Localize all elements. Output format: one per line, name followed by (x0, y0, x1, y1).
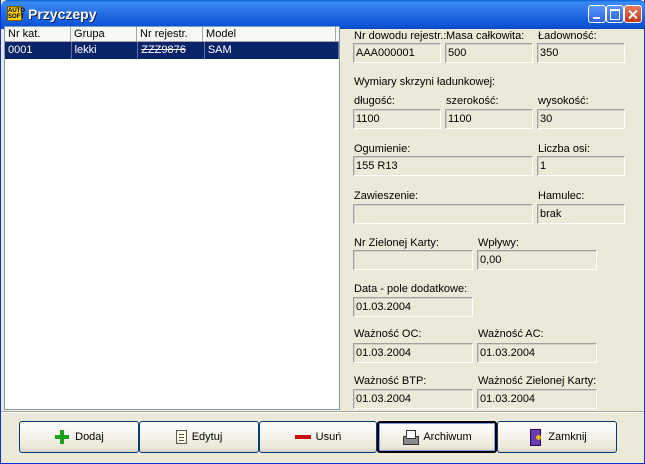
dlugosc-field[interactable]: 1100 (353, 109, 441, 129)
delete-button-label: Usuń (315, 431, 342, 443)
cell-nr-rejestr: ZZZ9876 (138, 42, 205, 59)
ogumienie-label: Ogumienie: (354, 143, 411, 155)
waznosc-ac-label: Ważność AC: (478, 328, 544, 340)
waznosc-zielonej-karty-field[interactable]: 01.03.2004 (477, 389, 597, 409)
cell-grupa: lekki (72, 42, 139, 59)
trailers-list[interactable]: Nr kat. Grupa Nr rejestr. Model 0001 lek… (4, 26, 340, 410)
plus-icon (54, 429, 70, 445)
column-header-nr-kat[interactable]: Nr kat. (5, 27, 72, 42)
nr-zielonej-karty-label: Nr Zielonej Karty: (354, 237, 439, 249)
hamulec-label: Hamulec: (538, 190, 585, 202)
nr-zielonej-karty-field[interactable] (353, 250, 473, 270)
column-header-grupa[interactable]: Grupa (71, 27, 138, 42)
data-pole-field[interactable]: 01.03.2004 (353, 297, 473, 317)
waznosc-btp-label: Ważność BTP: (354, 375, 427, 387)
wplywy-field[interactable]: 0,00 (477, 250, 597, 270)
edit-button[interactable]: Edytuj (139, 421, 259, 453)
szerokosc-field[interactable]: 1100 (445, 109, 533, 129)
app-icon: AUTO SOFT (7, 6, 25, 21)
list-header: Nr kat. Grupa Nr rejestr. Model (5, 27, 339, 42)
column-header-model[interactable]: Model (203, 27, 336, 42)
window-title: Przyczepy (28, 6, 97, 22)
ladownosc-field[interactable]: 350 (537, 43, 625, 63)
zawieszenie-label: Zawieszenie: (354, 190, 419, 202)
document-edit-icon (175, 430, 187, 444)
add-button-label: Dodaj (75, 431, 104, 443)
ogumienie-field[interactable]: 155 R13 (353, 156, 533, 176)
column-header-nr-rejestr[interactable]: Nr rejestr. (137, 27, 204, 42)
hamulec-field[interactable]: brak (537, 204, 625, 224)
maximize-button[interactable] (606, 5, 624, 23)
waznosc-oc-field[interactable]: 01.03.2004 (353, 343, 473, 363)
waznosc-zielonej-karty-label: Ważność Zielonej Karty: (478, 375, 597, 387)
edit-button-label: Edytuj (191, 431, 223, 443)
zawieszenie-field[interactable] (353, 204, 533, 224)
wysokosc-label: wysokość: (538, 95, 589, 107)
wplywy-label: Wpływy: (478, 237, 519, 249)
add-button[interactable]: Dodaj (19, 421, 139, 453)
column-header-filler (336, 27, 339, 42)
toolbar-separator (1, 411, 644, 413)
archive-button[interactable]: Archiwum (377, 421, 497, 453)
masa-field[interactable]: 500 (445, 43, 533, 63)
cell-model: SAM (205, 42, 340, 59)
ladownosc-label: Ładowność: (538, 30, 597, 42)
nr-dowodu-field[interactable]: AAA000001 (353, 43, 441, 63)
cell-nr-kat: 0001 (5, 42, 72, 59)
exit-door-icon (527, 429, 543, 446)
window: AUTO SOFT Przyczepy Nr kat. Grupa Nr rej… (0, 0, 645, 464)
data-pole-label: Data - pole dodatkowe: (354, 283, 468, 295)
archive-button-label: Archiwum (423, 431, 472, 443)
minimize-button[interactable] (588, 5, 606, 23)
liczba-osi-label: Liczba osi: (538, 143, 590, 155)
close-button-label: Zamknij (548, 431, 587, 443)
minus-icon (294, 429, 311, 445)
close-button[interactable]: Zamknij (497, 421, 617, 453)
szerokosc-label: szerokość: (446, 95, 499, 107)
close-window-button[interactable] (624, 5, 642, 23)
printer-icon (402, 429, 420, 445)
liczba-osi-field[interactable]: 1 (537, 156, 625, 176)
delete-button[interactable]: Usuń (259, 421, 377, 453)
masa-label: Masa całkowita: (446, 30, 525, 42)
waznosc-btp-field[interactable]: 01.03.2004 (353, 389, 473, 409)
table-row[interactable]: 0001 lekki ZZZ9876 SAM (5, 42, 340, 59)
title-bar[interactable]: AUTO SOFT Przyczepy (1, 0, 645, 29)
waznosc-oc-label: Ważność OC: (354, 328, 422, 340)
wymiary-label: Wymiary skrzyni ładunkowej: (354, 76, 496, 88)
nr-dowodu-label: Nr dowodu rejestr.: (354, 30, 447, 42)
waznosc-ac-field[interactable]: 01.03.2004 (477, 343, 597, 363)
wysokosc-field[interactable]: 30 (537, 109, 625, 129)
dlugosc-label: długość: (354, 95, 395, 107)
